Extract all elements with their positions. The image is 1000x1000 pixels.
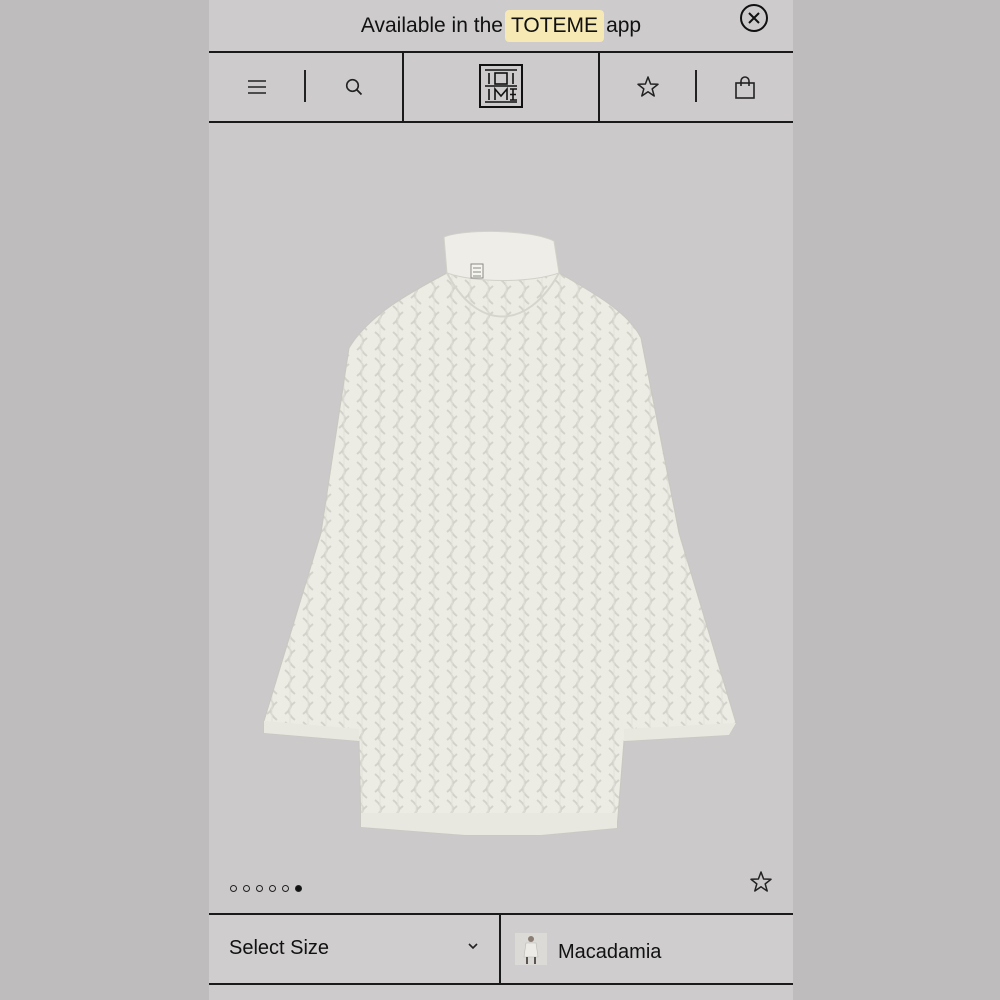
close-banner-button[interactable] (740, 4, 768, 32)
star-icon (750, 871, 772, 892)
pagination-dot[interactable] (243, 885, 250, 892)
hamburger-icon (248, 80, 266, 94)
mobile-viewport: Available in the TOTEME app Select Size … (209, 0, 793, 1000)
model-thumbnail-icon (515, 933, 547, 965)
top-navigation (209, 53, 793, 123)
color-name: Macadamia (558, 941, 662, 963)
pagination-dot[interactable] (256, 885, 263, 892)
pagination-dot[interactable] (282, 885, 289, 892)
nav-separator (304, 70, 306, 102)
close-icon (748, 12, 760, 24)
product-image (263, 230, 737, 836)
wishlist-button[interactable] (633, 73, 663, 101)
nav-separator (695, 70, 697, 102)
pagination-dot[interactable] (269, 885, 276, 892)
image-pagination (230, 885, 302, 892)
banner-text-after: app (606, 13, 642, 37)
pagination-dot-active[interactable] (295, 885, 302, 892)
left-backdrop (0, 0, 209, 1000)
add-to-wishlist-button[interactable] (747, 868, 775, 896)
purchase-options-bar: Select Size Macadamia (209, 913, 793, 985)
chevron-down-icon (468, 943, 478, 950)
search-icon (345, 78, 363, 96)
nav-divider (402, 53, 404, 121)
size-select-label: Select Size (229, 937, 330, 959)
banner-text-before: Available in the (360, 13, 503, 37)
toteme-monogram-icon (485, 69, 517, 103)
color-selector[interactable]: Macadamia (503, 915, 793, 983)
menu-button[interactable] (241, 73, 273, 101)
right-backdrop (793, 0, 1000, 1000)
star-icon (637, 76, 659, 97)
shopping-bag-button[interactable] (730, 73, 760, 103)
product-image-gallery[interactable] (209, 123, 793, 913)
nav-divider (598, 53, 600, 121)
pagination-dot[interactable] (230, 885, 237, 892)
color-swatch-thumbnail (515, 933, 547, 965)
size-select[interactable]: Select Size (209, 915, 501, 983)
search-button[interactable] (339, 73, 369, 101)
shopping-bag-icon (735, 76, 755, 99)
toteme-logo[interactable] (479, 64, 523, 108)
app-banner[interactable]: Available in the TOTEME app (209, 0, 793, 53)
banner-brand: TOTEME (504, 9, 605, 42)
